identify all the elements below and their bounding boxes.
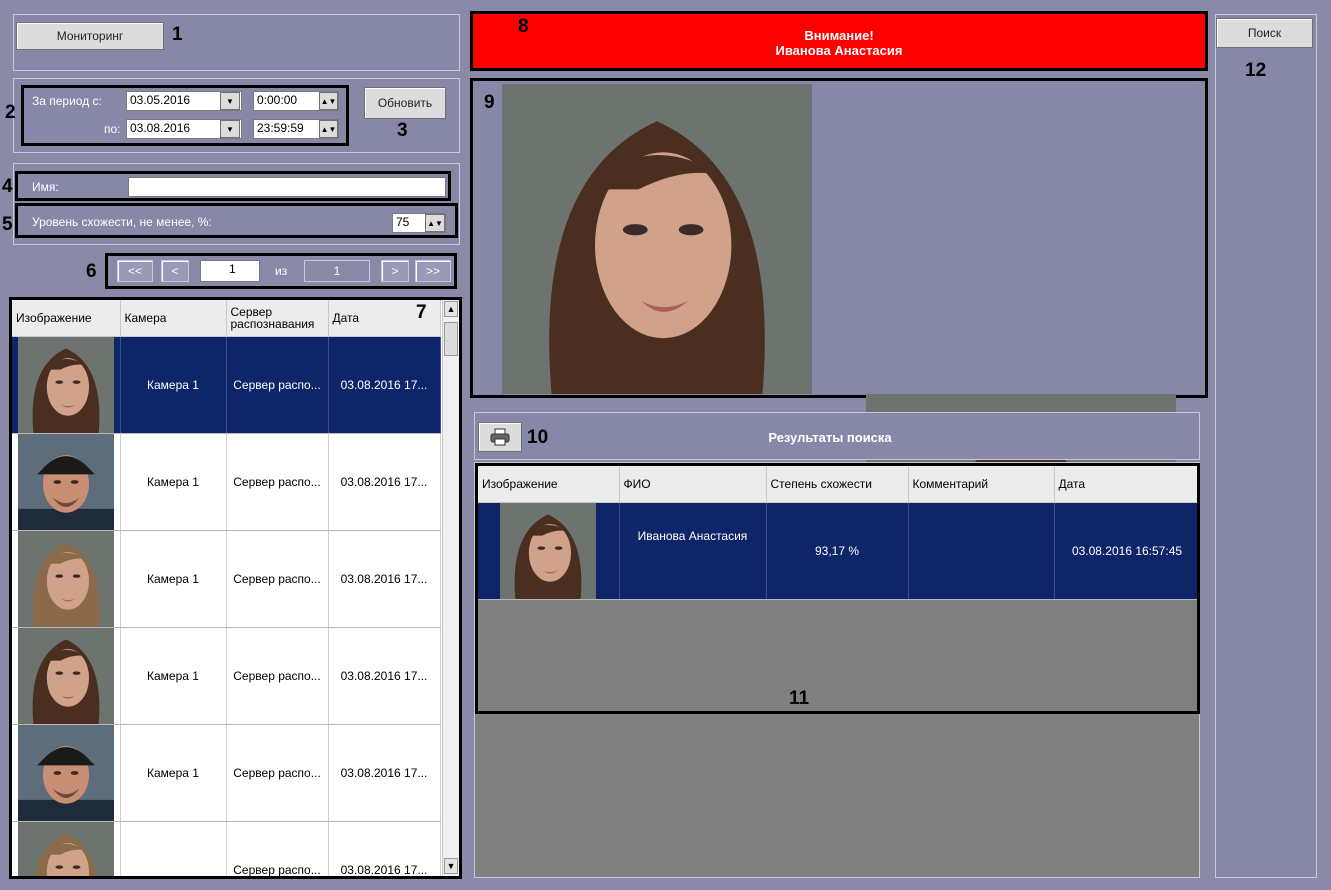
col-camera[interactable]: Камера [120, 300, 227, 337]
first-page-button[interactable]: << [117, 260, 153, 282]
event-face-photo [17, 530, 114, 626]
scroll-up-icon[interactable]: ▲ [444, 301, 458, 317]
event-row[interactable]: Камера 1Сервер распо...03.08.2016 17... [12, 433, 441, 531]
event-image-cell [12, 724, 121, 822]
monitoring-button[interactable]: Мониторинг [16, 22, 164, 50]
event-face-photo [17, 724, 114, 820]
name-label: Имя: [32, 180, 59, 194]
event-camera: Камера 1 [120, 530, 227, 628]
event-date: 03.08.2016 17... [328, 627, 441, 725]
event-camera: Камера 1 [120, 336, 227, 434]
event-server: Сервер распо... [226, 627, 329, 725]
event-row[interactable]: Камера 1Сервер распо...03.08.2016 17... [12, 724, 441, 822]
event-row[interactable]: Камера 1Сервер распо...03.08.2016 17... [12, 336, 441, 434]
callout-10: 10 [527, 427, 549, 448]
callout-12: 12 [1245, 60, 1267, 81]
events-scrollbar[interactable]: ▲ ▼ [442, 300, 459, 876]
event-server: Сервер распо... [226, 530, 329, 628]
results-title: Результаты поиска [768, 430, 892, 445]
res-col-date[interactable]: Дата [1054, 466, 1197, 503]
result-name: Иванова Анастасия [619, 502, 767, 600]
comparison-photos [470, 78, 1208, 704]
from-time-spinner-icon[interactable]: ▲▼ [319, 92, 338, 110]
of-label: из [275, 264, 288, 278]
to-time-spinner-icon[interactable]: ▲▼ [319, 120, 338, 138]
scroll-thumb[interactable] [444, 322, 458, 356]
result-face-photo [500, 502, 597, 598]
event-server: Сервер распо... [226, 724, 329, 822]
res-col-name[interactable]: ФИО [619, 466, 767, 503]
result-row[interactable]: Иванова Анастасия 93,17 % 03.08.2016 16:… [478, 502, 1197, 600]
to-date-dropdown-icon[interactable]: ▼ [220, 120, 240, 138]
from-date-dropdown-icon[interactable]: ▼ [220, 92, 240, 110]
similarity-spinner-icon[interactable]: ▲▼ [425, 214, 445, 232]
period-to-label: по: [104, 122, 121, 136]
event-image-cell [12, 530, 121, 628]
result-image-cell [478, 502, 620, 600]
total-pages-field: 1 [304, 260, 370, 282]
event-date: 03.08.2016 17... [328, 336, 441, 434]
event-image-cell [12, 336, 121, 434]
prev-page-button[interactable]: < [161, 260, 189, 282]
event-face-photo [17, 336, 114, 432]
callout-6: 6 [86, 261, 97, 282]
events-table: Изображение Камера Сервер распознавания … [9, 297, 462, 879]
res-col-comment[interactable]: Комментарий [908, 466, 1055, 503]
event-server: Сервер распо... [226, 821, 329, 876]
search-panel [1215, 14, 1317, 878]
similarity-label: Уровень схожести, не менее, %: [32, 215, 212, 229]
results-table: Изображение ФИО Степень схожести Коммент… [475, 463, 1200, 714]
callout-5: 5 [2, 214, 13, 235]
printer-icon [490, 428, 510, 446]
print-button[interactable] [478, 422, 522, 452]
callout-1: 1 [172, 24, 183, 45]
scroll-down-icon[interactable]: ▼ [444, 858, 458, 874]
event-image-cell [12, 433, 121, 531]
event-date: 03.08.2016 17... [328, 530, 441, 628]
event-date: 03.08.2016 17... [328, 724, 441, 822]
col-server[interactable]: Сервер распознавания [226, 300, 329, 337]
event-camera: Камера 1 [120, 821, 227, 876]
callout-8: 8 [518, 16, 529, 37]
callout-11: 11 [789, 688, 810, 709]
event-image-cell [12, 627, 121, 725]
res-col-image[interactable]: Изображение [478, 466, 620, 503]
event-server: Сервер распо... [226, 433, 329, 531]
event-camera: Камера 1 [120, 627, 227, 725]
alert-person-name: Иванова Анастасия [775, 43, 903, 58]
current-page-input[interactable]: 1 [200, 260, 260, 282]
event-face-photo [17, 627, 114, 723]
event-row[interactable]: Камера 1Сервер распо...03.08.2016 17... [12, 530, 441, 628]
alert-banner: Внимание! Иванова Анастасия [470, 11, 1208, 71]
res-col-similarity[interactable]: Степень схожести [766, 466, 909, 503]
period-from-label: За период с: [32, 94, 102, 108]
event-row[interactable]: Камера 1Сервер распо...03.08.2016 17... [12, 627, 441, 725]
refresh-button[interactable]: Обновить [364, 87, 446, 119]
next-page-button[interactable]: > [381, 260, 409, 282]
event-camera: Камера 1 [120, 433, 227, 531]
search-button[interactable]: Поиск [1216, 18, 1313, 48]
alert-title: Внимание! [804, 28, 874, 43]
event-server: Сервер распо... [226, 336, 329, 434]
event-date: 03.08.2016 17... [328, 821, 441, 876]
callout-2: 2 [5, 102, 16, 123]
callout-7: 7 [416, 302, 427, 323]
name-input[interactable] [128, 177, 446, 197]
result-date: 03.08.2016 16:57:45 [1054, 502, 1197, 600]
event-camera: Камера 1 [120, 724, 227, 822]
event-row[interactable]: Камера 1Сервер распо...03.08.2016 17... [12, 821, 441, 876]
event-date: 03.08.2016 17... [328, 433, 441, 531]
last-page-button[interactable]: >> [415, 260, 451, 282]
callout-3: 3 [397, 120, 408, 141]
callout-9: 9 [484, 92, 495, 113]
col-image[interactable]: Изображение [12, 300, 121, 337]
event-face-photo [17, 821, 114, 876]
result-similarity: 93,17 % [766, 502, 909, 600]
captured-face-photo [502, 84, 812, 394]
event-face-photo [17, 433, 114, 529]
event-image-cell [12, 821, 121, 876]
callout-4: 4 [2, 176, 13, 197]
result-comment [908, 502, 1055, 600]
